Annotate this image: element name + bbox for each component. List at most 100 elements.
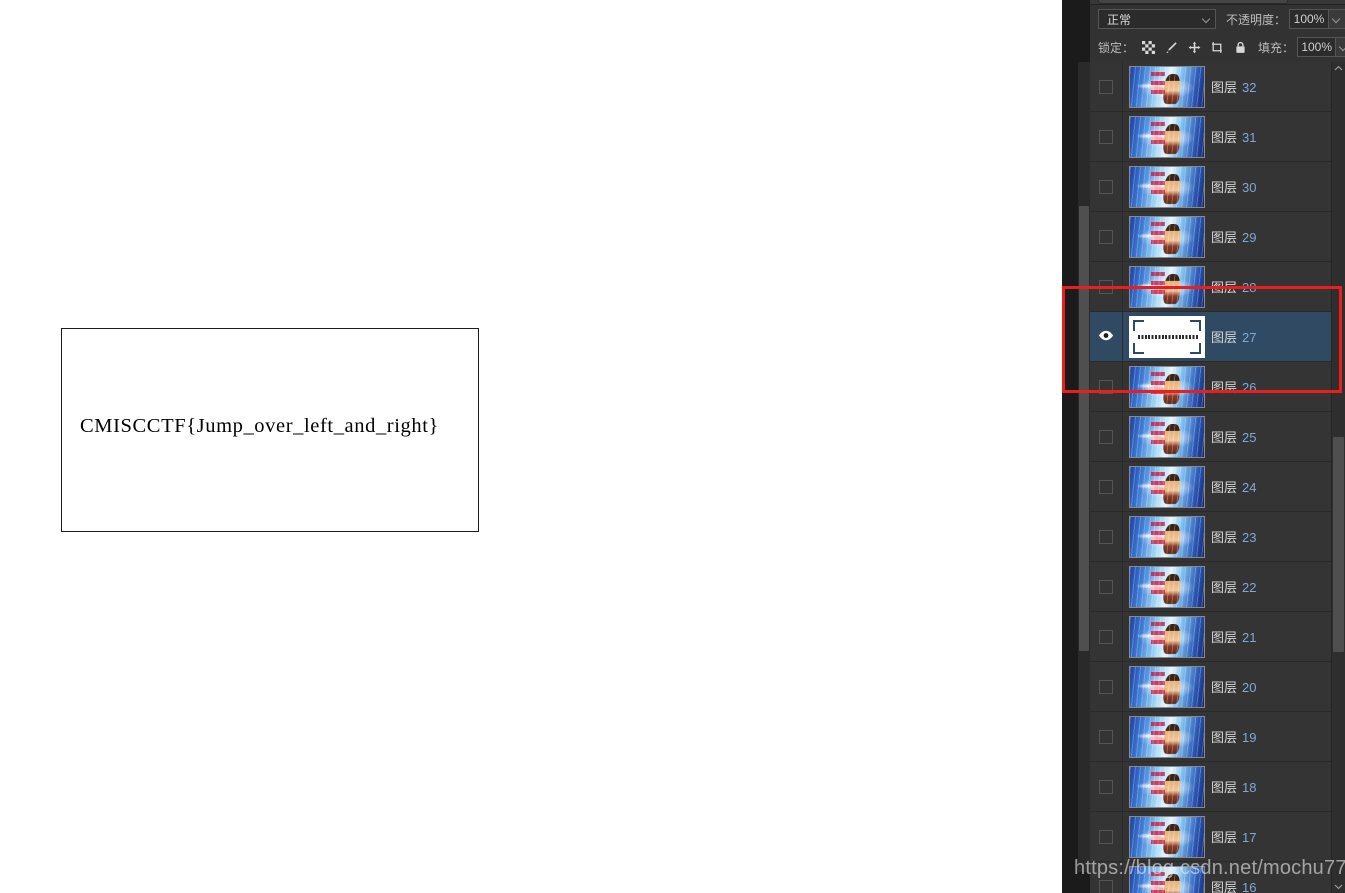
eye-off-icon bbox=[1099, 729, 1113, 744]
layer-row[interactable]: 图层 28 bbox=[1090, 262, 1331, 312]
layer-visibility-toggle[interactable] bbox=[1090, 312, 1123, 361]
layer-name-label: 图层 26 bbox=[1211, 377, 1256, 396]
layer-name-index: 18 bbox=[1242, 780, 1257, 795]
layer-thumbnail-cell[interactable] bbox=[1123, 312, 1211, 361]
layer-row[interactable]: 图层 19 bbox=[1090, 712, 1331, 762]
layer-name-label: 图层 21 bbox=[1211, 627, 1256, 646]
layer-row[interactable]: 图层 32 bbox=[1090, 62, 1331, 112]
layer-name-label: 图层 27 bbox=[1211, 327, 1256, 346]
layer-thumbnail-image bbox=[1129, 215, 1205, 258]
layer-visibility-toggle[interactable] bbox=[1090, 412, 1123, 461]
fill-label: 填充： bbox=[1258, 40, 1295, 55]
layer-row[interactable]: 图层 30 bbox=[1090, 162, 1331, 212]
layer-name-index: 16 bbox=[1242, 880, 1257, 893]
layer-row[interactable]: 图层 20 bbox=[1090, 662, 1331, 712]
layer-thumbnail-cell[interactable] bbox=[1123, 362, 1211, 411]
layer-row[interactable]: 图层 29 bbox=[1090, 212, 1331, 262]
layer-visibility-toggle[interactable] bbox=[1090, 712, 1123, 761]
layer-thumbnail-cell[interactable] bbox=[1123, 62, 1211, 111]
layer-row[interactable]: 图层 17 bbox=[1090, 812, 1331, 862]
layer-row[interactable]: 图层 22 bbox=[1090, 562, 1331, 612]
layer-thumbnail-cell[interactable] bbox=[1123, 262, 1211, 311]
layer-thumbnail-image bbox=[1129, 765, 1205, 808]
blend-mode-row: 正常 不透明度： 100% bbox=[1090, 6, 1345, 32]
layer-thumbnail-image bbox=[1129, 515, 1205, 558]
layer-name-prefix: 图层 bbox=[1211, 630, 1238, 645]
layer-visibility-toggle[interactable] bbox=[1090, 112, 1123, 161]
layer-row[interactable]: 图层 21 bbox=[1090, 612, 1331, 662]
layer-thumbnail-cell[interactable] bbox=[1123, 712, 1211, 761]
chevron-down-icon bbox=[1203, 15, 1210, 22]
layer-thumbnail-cell[interactable] bbox=[1123, 762, 1211, 811]
layer-name-label: 图层 22 bbox=[1211, 577, 1256, 596]
panel-outer-scroll-thumb[interactable] bbox=[1079, 206, 1089, 651]
scroll-up-arrow-icon[interactable] bbox=[1332, 62, 1345, 75]
lock-all-icon[interactable] bbox=[1233, 40, 1248, 55]
layer-thumbnail-cell[interactable] bbox=[1123, 562, 1211, 611]
layer-list[interactable]: 图层 32 图层 31 图层 30 图层 29 图层 28 图层 27 图层 26 图层 25 图层 24 图层 23… bbox=[1090, 62, 1331, 893]
layer-visibility-toggle[interactable] bbox=[1090, 812, 1123, 861]
layer-name-label: 图层 30 bbox=[1211, 177, 1256, 196]
layer-row[interactable]: 图层 26 bbox=[1090, 362, 1331, 412]
layer-list-scrollbar[interactable] bbox=[1331, 62, 1345, 893]
layer-visibility-toggle[interactable] bbox=[1090, 612, 1123, 661]
layer-visibility-toggle[interactable] bbox=[1090, 662, 1123, 711]
layer-thumbnail-cell[interactable] bbox=[1123, 512, 1211, 561]
layer-name-index: 28 bbox=[1242, 280, 1257, 295]
layer-thumbnail-cell[interactable] bbox=[1123, 162, 1211, 211]
eye-off-icon bbox=[1099, 179, 1113, 194]
layer-name-prefix: 图层 bbox=[1211, 280, 1238, 295]
fill-input[interactable]: 100% bbox=[1297, 37, 1337, 57]
layer-thumbnail-cell[interactable] bbox=[1123, 212, 1211, 261]
layer-row[interactable]: 图层 23 bbox=[1090, 512, 1331, 562]
blend-mode-select[interactable]: 正常 bbox=[1098, 9, 1216, 29]
layer-name-index: 19 bbox=[1242, 730, 1257, 745]
layer-visibility-toggle[interactable] bbox=[1090, 362, 1123, 411]
layer-name-prefix: 图层 bbox=[1211, 880, 1238, 893]
opacity-input[interactable]: 100% bbox=[1289, 9, 1330, 29]
panel-tab-strip[interactable] bbox=[1090, 0, 1345, 5]
layer-name-prefix: 图层 bbox=[1211, 730, 1238, 745]
layer-visibility-toggle[interactable] bbox=[1090, 762, 1123, 811]
canvas-area[interactable]: CMISCCTF{Jump_over_left_and_right} bbox=[0, 0, 1062, 893]
layer-row[interactable]: 图层 31 bbox=[1090, 112, 1331, 162]
lock-artboard-nesting-icon[interactable] bbox=[1210, 40, 1225, 55]
layer-visibility-toggle[interactable] bbox=[1090, 562, 1123, 611]
blend-mode-value: 正常 bbox=[1107, 12, 1132, 27]
layer-thumbnail-cell[interactable] bbox=[1123, 662, 1211, 711]
layer-name-index: 21 bbox=[1242, 630, 1257, 645]
layer-name-index: 27 bbox=[1242, 330, 1257, 345]
layer-row[interactable]: 图层 18 bbox=[1090, 762, 1331, 812]
layer-name-prefix: 图层 bbox=[1211, 330, 1238, 345]
layer-row[interactable]: 图层 24 bbox=[1090, 462, 1331, 512]
layer-name-prefix: 图层 bbox=[1211, 380, 1238, 395]
layer-thumbnail-image bbox=[1129, 565, 1205, 608]
panel-tab-nub[interactable] bbox=[1098, 0, 1288, 4]
lock-position-move-icon[interactable] bbox=[1187, 40, 1202, 55]
layer-visibility-toggle[interactable] bbox=[1090, 262, 1123, 311]
layer-thumbnail-image bbox=[1129, 115, 1205, 158]
layer-thumbnail-image bbox=[1129, 715, 1205, 758]
layer-visibility-toggle[interactable] bbox=[1090, 62, 1123, 111]
layer-thumbnail-cell[interactable] bbox=[1123, 812, 1211, 861]
lock-image-pixels-brush-icon[interactable] bbox=[1164, 40, 1179, 55]
layer-name-index: 32 bbox=[1242, 80, 1257, 95]
layer-visibility-toggle[interactable] bbox=[1090, 162, 1123, 211]
layer-thumbnail-cell[interactable] bbox=[1123, 462, 1211, 511]
layer-thumbnail-cell[interactable] bbox=[1123, 612, 1211, 661]
lock-transparent-pixels-icon[interactable] bbox=[1141, 40, 1156, 55]
layer-visibility-toggle[interactable] bbox=[1090, 462, 1123, 511]
layer-visibility-toggle[interactable] bbox=[1090, 512, 1123, 561]
layer-thumbnail-cell[interactable] bbox=[1123, 412, 1211, 461]
layer-row[interactable]: 图层 27 bbox=[1090, 312, 1331, 362]
layer-list-scroll-thumb[interactable] bbox=[1333, 437, 1344, 652]
fill-stepper-chevron-down-icon[interactable] bbox=[1336, 37, 1345, 57]
scroll-down-arrow-icon[interactable] bbox=[1332, 880, 1345, 893]
layer-name-prefix: 图层 bbox=[1211, 780, 1238, 795]
layer-visibility-toggle[interactable] bbox=[1090, 212, 1123, 261]
layer-row[interactable]: 图层 25 bbox=[1090, 412, 1331, 462]
layer-thumbnail-cell[interactable] bbox=[1123, 112, 1211, 161]
layer-name-label: 图层 19 bbox=[1211, 727, 1256, 746]
opacity-stepper-chevron-down-icon[interactable] bbox=[1329, 9, 1345, 29]
document-canvas[interactable]: CMISCCTF{Jump_over_left_and_right} bbox=[61, 328, 479, 532]
